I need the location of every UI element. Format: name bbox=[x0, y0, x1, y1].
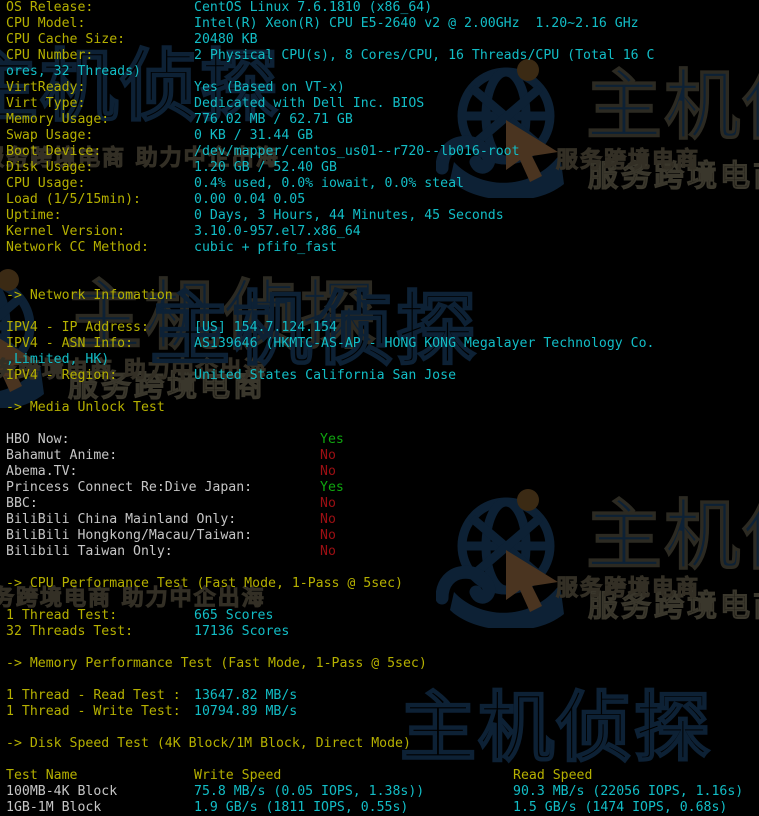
mem-perf-label: 1 Thread - Write Test: bbox=[6, 704, 181, 719]
info-value: /dev/mapper/centos_us01--r720--lb016-roo… bbox=[194, 144, 520, 159]
media-label: Princess Connect Re:Dive Japan: bbox=[6, 480, 253, 495]
info-value: 3.10.0-957.el7.x86_64 bbox=[194, 224, 361, 239]
info-label: Memory Usage: bbox=[6, 112, 110, 127]
section-header-disk: -> Disk Speed Test (4K Block/1M Block, D… bbox=[6, 736, 411, 751]
cpu-perf-label: 32 Threads Test: bbox=[6, 624, 134, 639]
media-label: HBO Now: bbox=[6, 432, 70, 447]
network-label: IPV4 - IP Address: bbox=[6, 320, 149, 335]
info-label: CPU Usage: bbox=[6, 176, 86, 191]
info-value: CentOS Linux 7.6.1810 (x86_64) bbox=[194, 0, 433, 15]
info-value: 0.4% used, 0.0% iowait, 0.0% steal bbox=[194, 176, 464, 191]
cpu-number-wrap: ores, 32 Threads) bbox=[6, 64, 141, 79]
disk-header-name: Test Name bbox=[6, 768, 78, 783]
info-label: CPU Number: bbox=[6, 48, 94, 63]
info-label: Load (1/5/15min): bbox=[6, 192, 141, 207]
mem-perf-value: 10794.89 MB/s bbox=[194, 704, 298, 719]
cpu-perf-value: 665 Scores bbox=[194, 608, 274, 623]
disk-row-name: 100MB-4K Block bbox=[6, 784, 118, 799]
mem-perf-value: 13647.82 MB/s bbox=[194, 688, 298, 703]
section-header-media: -> Media Unlock Test bbox=[6, 400, 165, 415]
disk-header-read: Read Speed bbox=[513, 768, 593, 783]
media-status: No bbox=[320, 512, 336, 527]
network-label: IPV4 - ASN Info: bbox=[6, 336, 134, 351]
info-value: 0 Days, 3 Hours, 44 Minutes, 45 Seconds bbox=[194, 208, 504, 223]
network-value: United States California San Jose bbox=[194, 368, 457, 383]
section-header-network: -> Network Infomation bbox=[6, 288, 173, 303]
info-label: Uptime: bbox=[6, 208, 62, 223]
info-label: VirtReady: bbox=[6, 80, 86, 95]
media-label: BBC: bbox=[6, 496, 38, 511]
info-value: Dedicated with Dell Inc. BIOS bbox=[194, 96, 425, 111]
info-label: Boot Device: bbox=[6, 144, 102, 159]
info-label: Swap Usage: bbox=[6, 128, 94, 143]
info-label: Kernel Version: bbox=[6, 224, 126, 239]
disk-row-write: 1.9 GB/s (1811 IOPS, 0.55s) bbox=[194, 800, 409, 815]
disk-row-write: 75.8 MB/s (0.05 IOPS, 1.38s)) bbox=[194, 784, 425, 799]
cpu-perf-value: 17136 Scores bbox=[194, 624, 290, 639]
network-value: [US] 154.7.124.154 bbox=[194, 320, 337, 335]
info-label: CPU Model: bbox=[6, 16, 86, 31]
mem-perf-label: 1 Thread - Read Test : bbox=[6, 688, 181, 703]
info-value: cubic + pfifo_fast bbox=[194, 240, 337, 255]
asn-wrap: ,Limited, HK) bbox=[6, 352, 110, 367]
info-label: CPU Cache Size: bbox=[6, 32, 126, 47]
media-status: No bbox=[320, 544, 336, 559]
media-status: No bbox=[320, 496, 336, 511]
media-label: BiliBili Hongkong/Macau/Taiwan: bbox=[6, 528, 253, 543]
media-status: No bbox=[320, 448, 336, 463]
disk-row-read: 1.5 GB/s (1474 IOPS, 0.68s) bbox=[513, 800, 728, 815]
info-label: Virt Type: bbox=[6, 96, 86, 111]
media-status: No bbox=[320, 464, 336, 479]
media-label: Abema.TV: bbox=[6, 464, 78, 479]
section-header-mem-perf: -> Memory Performance Test (Fast Mode, 1… bbox=[6, 656, 427, 671]
terminal-output[interactable]: OS Release: CentOS Linux 7.6.1810 (x86_64… bbox=[0, 0, 759, 815]
info-value: 0.00 0.04 0.05 bbox=[194, 192, 306, 207]
section-header-cpu-perf: -> CPU Performance Test (Fast Mode, 1-Pa… bbox=[6, 576, 403, 591]
media-label: BiliBili China Mainland Only: bbox=[6, 512, 237, 527]
media-label: Bahamut Anime: bbox=[6, 448, 118, 463]
media-status: No bbox=[320, 528, 336, 543]
network-label: IPV4 - Region: bbox=[6, 368, 118, 383]
disk-header-write: Write Speed bbox=[194, 768, 282, 783]
disk-row-read: 90.3 MB/s (22056 IOPS, 1.16s) bbox=[513, 784, 744, 799]
network-value: AS139646 (HKMTC-AS-AP - HONG KONG Megala… bbox=[194, 336, 655, 351]
info-label: Network CC Method: bbox=[6, 240, 149, 255]
info-value: 776.02 MB / 62.71 GB bbox=[194, 112, 353, 127]
info-value: 0 KB / 31.44 GB bbox=[194, 128, 314, 143]
media-status: Yes bbox=[320, 480, 344, 495]
info-value: Intel(R) Xeon(R) CPU E5-2640 v2 @ 2.00GH… bbox=[194, 16, 639, 31]
info-value: 1.20 GB / 52.40 GB bbox=[194, 160, 337, 175]
info-value: Yes (Based on VT-x) bbox=[194, 80, 345, 95]
media-label: Bilibili Taiwan Only: bbox=[6, 544, 173, 559]
info-label: Disk Usage: bbox=[6, 160, 94, 175]
info-value: 2 Physical CPU(s), 8 Cores/CPU, 16 Threa… bbox=[194, 48, 655, 63]
info-value: 20480 KB bbox=[194, 32, 258, 47]
cpu-perf-label: 1 Thread Test: bbox=[6, 608, 118, 623]
disk-row-name: 1GB-1M Block bbox=[6, 800, 102, 815]
info-label: OS Release: bbox=[6, 0, 94, 15]
media-status: Yes bbox=[320, 432, 344, 447]
